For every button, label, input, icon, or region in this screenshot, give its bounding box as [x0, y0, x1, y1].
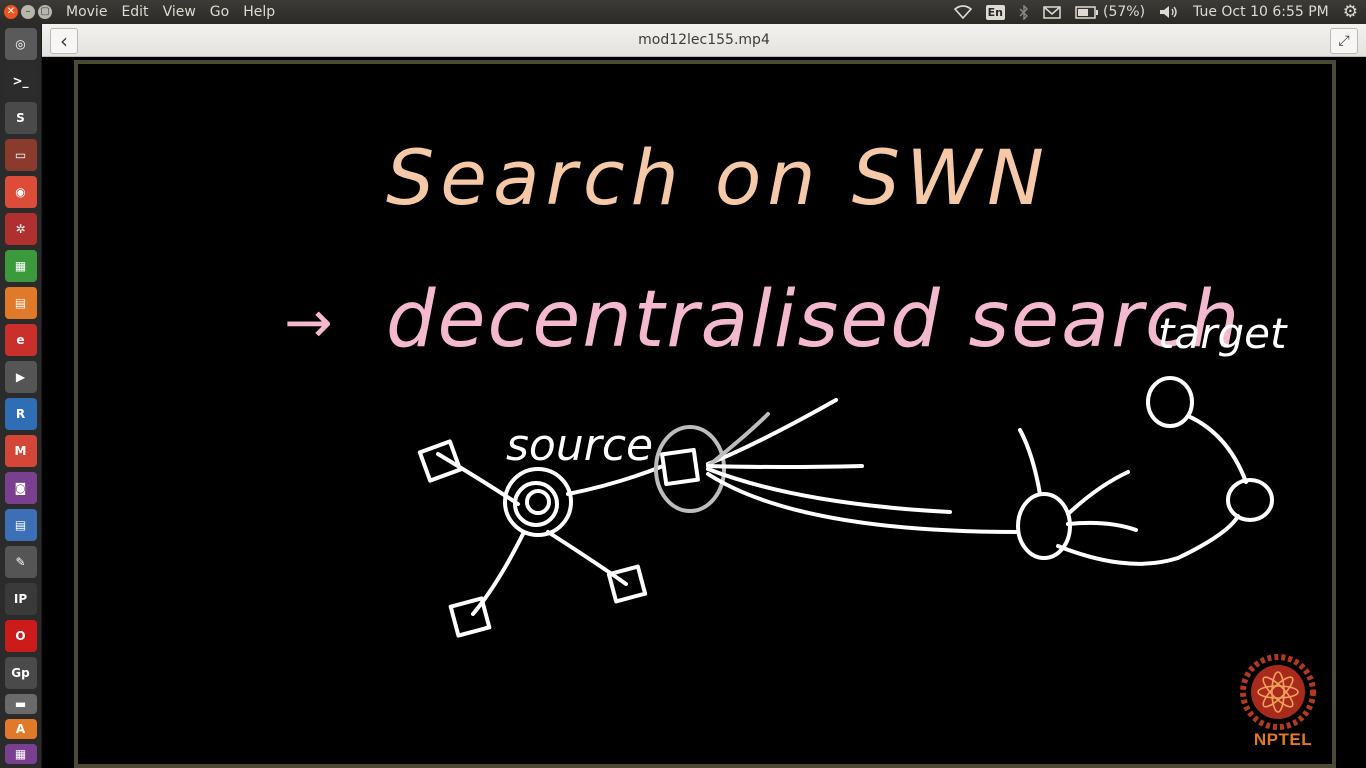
top-panel: ✕ – ▢ Movie Edit View Go Help En (57%) T… — [0, 0, 1366, 24]
settings-icon[interactable]: ✲ — [4, 213, 37, 245]
indicator-area: En (57%) Tue Oct 10 6:55 PM ⚙ — [953, 2, 1366, 22]
software-center-icon[interactable]: A — [4, 719, 37, 739]
board-arrow: → — [284, 288, 333, 356]
close-window-button[interactable]: ✕ — [4, 5, 18, 19]
spreadsheet-icon[interactable]: ▦ — [4, 250, 37, 282]
file-manager-icon[interactable]: ▭ — [4, 139, 37, 171]
fullscreen-button[interactable]: ⤢ — [1330, 28, 1358, 54]
bluetooth-icon[interactable] — [1019, 4, 1029, 20]
nptel-logo-icon — [1240, 654, 1316, 730]
video-editor-icon[interactable]: ▶ — [4, 361, 37, 393]
window-title: mod12lec155.mp4 — [638, 32, 770, 48]
drive-icon[interactable]: ▬ — [4, 694, 37, 714]
terminal-icon[interactable]: >_ — [4, 65, 37, 97]
menu-go[interactable]: Go — [210, 4, 229, 20]
menu-movie[interactable]: Movie — [66, 4, 107, 20]
writer-icon[interactable]: ▤ — [4, 509, 37, 541]
gp-icon[interactable]: Gp — [4, 657, 37, 689]
settings-gear-icon[interactable]: ⚙ — [1343, 2, 1358, 22]
opera-icon[interactable]: O — [4, 620, 37, 652]
ipython-icon[interactable]: IP — [4, 583, 37, 615]
dash-icon[interactable]: ◎ — [4, 28, 37, 60]
target-side — [1016, 376, 1274, 566]
window-controls: ✕ – ▢ — [0, 5, 66, 19]
menu-bar: Movie Edit View Go Help — [66, 4, 275, 20]
chrome-icon[interactable]: ◉ — [4, 176, 37, 208]
square-node-upper-left — [417, 439, 463, 483]
label-target: target — [1158, 309, 1288, 358]
battery-percentage: (57%) — [1103, 4, 1146, 20]
fullscreen-icon: ⤢ — [1338, 33, 1350, 49]
source-node-core — [525, 489, 551, 515]
board-title: Search on SWN — [386, 133, 1050, 222]
hub-highlight — [654, 425, 726, 513]
maximize-window-button[interactable]: ▢ — [38, 5, 52, 19]
menu-view[interactable]: View — [163, 4, 196, 20]
label-source: source — [506, 420, 653, 471]
network-diagram — [417, 376, 1274, 638]
wifi-icon[interactable] — [953, 5, 972, 19]
r-icon[interactable]: R — [4, 398, 37, 430]
gmail-icon[interactable]: M — [4, 435, 37, 467]
pdf-reader-icon[interactable]: e — [4, 324, 37, 356]
source-node — [503, 467, 573, 537]
clock[interactable]: Tue Oct 10 6:55 PM — [1193, 4, 1329, 20]
square-node-hub — [660, 447, 700, 487]
launcher: ◎ >_ S ▭ ◉ ✲ ▦ ▤ e ▶ R M ◙ ▤ ✎ IP O Gp ▬ A ▦ — [0, 24, 42, 768]
hub-edges — [706, 398, 1020, 534]
board-subtitle: decentralised search — [386, 275, 1241, 365]
minimize-window-button[interactable]: – — [21, 5, 35, 19]
battery-indicator[interactable]: (57%) — [1075, 4, 1145, 20]
node-near-target — [1226, 478, 1274, 522]
square-node-lower-left — [448, 596, 492, 638]
chevron-left-icon: ‹ — [60, 29, 68, 53]
menu-edit[interactable]: Edit — [121, 4, 148, 20]
workspace-icon[interactable]: ▦ — [4, 744, 37, 764]
media-icon[interactable]: ◙ — [4, 472, 37, 504]
back-button[interactable]: ‹ — [50, 28, 78, 54]
mail-icon[interactable] — [1043, 5, 1061, 19]
menu-help[interactable]: Help — [243, 4, 275, 20]
sublime-text-icon[interactable]: S — [4, 102, 37, 134]
target-node — [1146, 376, 1194, 428]
video-frame: Search on SWN → decentralised search sou… — [74, 60, 1336, 768]
keyboard-layout-indicator[interactable]: En — [985, 4, 1005, 20]
lecture-board: Search on SWN → decentralised search sou… — [284, 133, 1316, 730]
text-editor-icon[interactable]: ✎ — [4, 546, 37, 578]
presentation-icon[interactable]: ▤ — [4, 287, 37, 319]
volume-icon[interactable] — [1159, 5, 1179, 19]
nptel-logo-text: NPTEL — [1253, 730, 1313, 749]
battery-icon — [1075, 5, 1098, 19]
video-area[interactable]: Search on SWN → decentralised search sou… — [42, 57, 1366, 768]
window-titlebar: ‹ mod12lec155.mp4 ⤢ — [42, 24, 1366, 57]
